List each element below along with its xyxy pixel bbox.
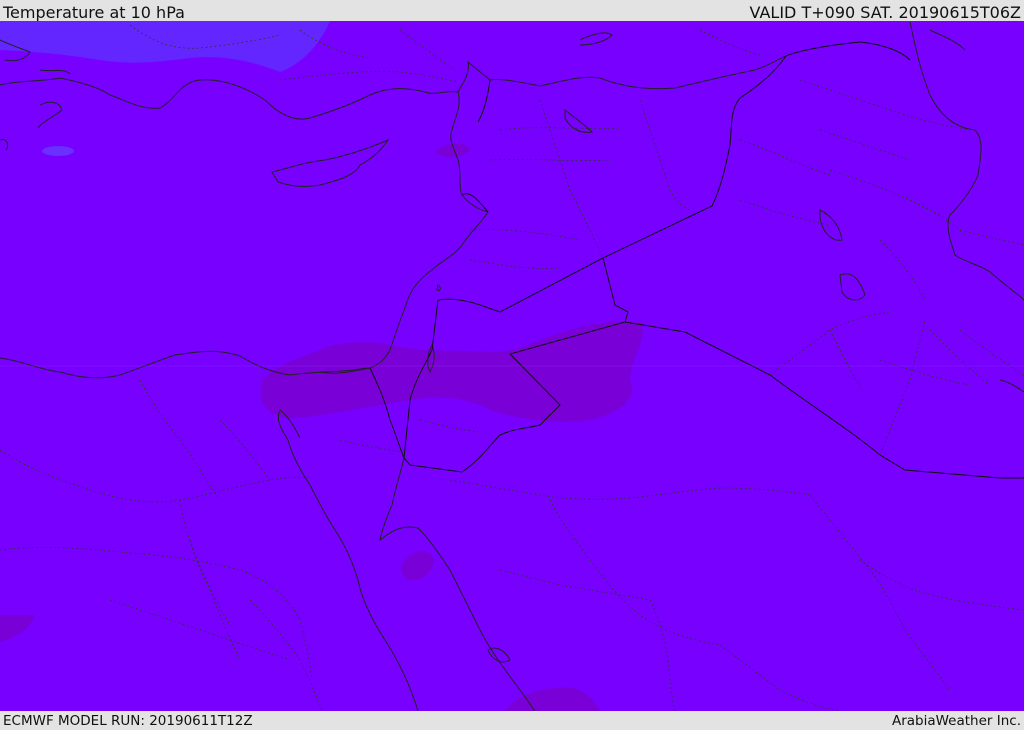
cold-patch xyxy=(42,146,74,156)
valid-time: VALID T+090 SAT. 20190615T06Z xyxy=(749,3,1021,22)
footer-bar: ECMWF MODEL RUN: 20190611T12Z ArabiaWeat… xyxy=(0,711,1024,729)
map-canvas xyxy=(0,21,1024,711)
map-title: Temperature at 10 hPa xyxy=(3,3,185,22)
header-bar: Temperature at 10 hPa VALID T+090 SAT. 2… xyxy=(0,0,1024,22)
credit: ArabiaWeather Inc. xyxy=(891,713,1021,729)
weather-map[interactable] xyxy=(0,21,1024,711)
model-run: ECMWF MODEL RUN: 20190611T12Z xyxy=(3,713,253,729)
